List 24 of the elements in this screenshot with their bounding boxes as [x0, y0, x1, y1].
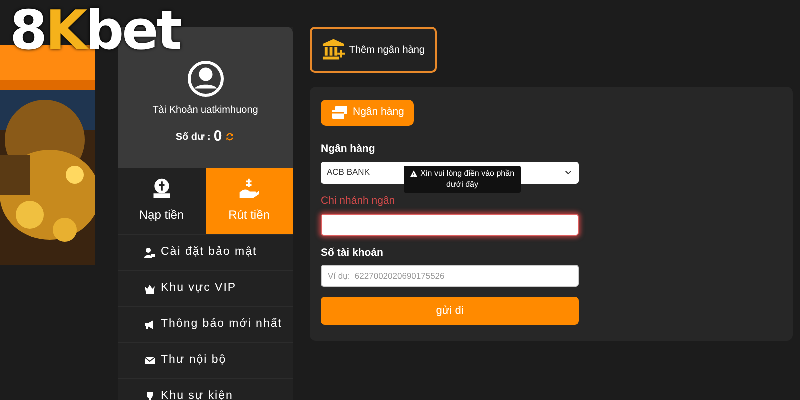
menu-item[interactable]: Cài đặt bảo mật	[118, 234, 293, 270]
account-name: Tài Khoản uatkimhuong	[152, 104, 258, 118]
tooltip: Xin vui lòng điền vào phần dưới đây	[404, 166, 521, 194]
menu-item[interactable]: Khu vực VIP	[118, 270, 293, 306]
envelope-icon	[144, 354, 156, 366]
refresh-icon	[225, 132, 236, 142]
account-number-input[interactable]: Ví dụ: 6227002020690175526	[321, 265, 579, 288]
trophy-icon	[144, 390, 156, 400]
megaphone-icon	[144, 318, 156, 330]
crown-icon	[144, 282, 156, 294]
balance-value: 0	[214, 127, 222, 147]
field-label: Số tài khoản	[321, 246, 384, 260]
card-icon	[331, 104, 349, 122]
user-icon	[188, 61, 224, 97]
branch-input[interactable]	[321, 214, 579, 236]
menu-item[interactable]: Thư nội bộ	[118, 342, 293, 378]
user-lock-icon	[144, 246, 156, 258]
menu-item[interactable]: Thông báo mới nhất	[118, 306, 293, 342]
field-label: Chi nhánh ngân	[321, 194, 396, 209]
add-bank-button[interactable]: Thêm ngân hàng	[310, 27, 437, 73]
balance-label: Số dư :	[176, 130, 211, 145]
field-label: Ngân hàng	[321, 142, 376, 157]
chevron-down-icon	[564, 168, 573, 178]
warning-icon	[410, 170, 418, 178]
